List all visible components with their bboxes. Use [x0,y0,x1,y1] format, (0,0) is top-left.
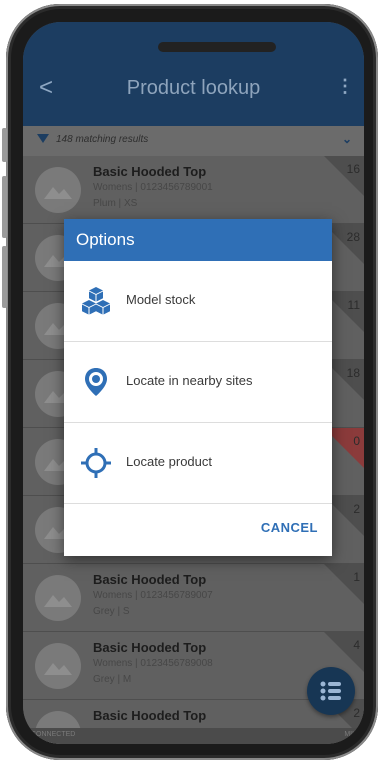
option-label: Model stock [126,292,196,307]
stock-quantity: 16 [346,162,360,176]
filter-bar[interactable]: 148 matching results ⌄ [23,126,364,156]
cancel-button[interactable]: CANCEL [261,520,318,535]
product-category-sku: Womens | 0123456789007 [93,590,213,601]
connection-status-bar: CONNECTED MIL [23,728,364,744]
product-colour-size: Grey | M [93,674,132,685]
stock-quantity: 2 [353,502,360,516]
stock-quantity: 0 [353,434,360,448]
stock-quantity: 18 [346,366,360,380]
stock-quantity: 28 [346,230,360,244]
app-bar: < Product lookup ⋮ [23,22,364,126]
stock-quantity: 11 [347,298,360,312]
stock-quantity: 1 [353,570,360,584]
filter-icon [37,134,49,143]
phone-volume-up-button [2,176,7,238]
dialog-title: Options [64,219,332,261]
location-pin-icon [85,368,107,396]
option-model-stock[interactable]: Model stock [64,261,332,342]
option-locate-nearby[interactable]: Locate in nearby sites [64,342,332,423]
list-item[interactable]: Basic Hooded Top Womens | 0123456789007 … [23,564,364,632]
product-colour-size: Plum | XS [93,198,138,209]
status-right-text: MIL [344,731,356,738]
option-locate-product[interactable]: Locate product [64,423,332,504]
chevron-down-icon[interactable]: ⌄ [342,132,352,146]
camera-notch [158,42,276,52]
dialog-actions: CANCEL [64,504,332,556]
phone-side-button [2,128,7,162]
list-item[interactable]: Basic Hooded Top Womens | 0123456789001 … [23,156,364,224]
stock-quantity: 4 [353,638,360,652]
results-count: 148 matching results [56,134,149,145]
option-label: Locate in nearby sites [126,373,253,388]
more-menu-button[interactable]: ⋮ [336,76,354,97]
product-name: Basic Hooded Top [93,708,207,723]
product-name: Basic Hooded Top [93,164,207,179]
crosshair-icon [81,448,111,478]
list-icon [320,681,341,701]
product-image-placeholder [35,167,81,213]
product-image-placeholder [35,643,81,689]
option-label: Locate product [126,454,213,469]
list-menu-fab[interactable] [307,667,355,715]
phone-screen: < Product lookup ⋮ 148 matching results … [23,22,364,744]
page-title: Product lookup [126,77,261,99]
product-category-sku: Womens | 0123456789008 [93,658,213,669]
options-dialog: Options Model stock Locate in nearby sit… [64,219,332,556]
product-image-placeholder [35,575,81,621]
product-category-sku: Womens | 0123456789001 [93,182,213,193]
cubes-icon [82,287,110,315]
product-name: Basic Hooded Top [93,572,207,587]
phone-volume-down-button [2,246,7,308]
product-name: Basic Hooded Top [93,640,207,655]
connection-status: CONNECTED [31,731,76,738]
product-colour-size: Grey | S [93,606,130,617]
